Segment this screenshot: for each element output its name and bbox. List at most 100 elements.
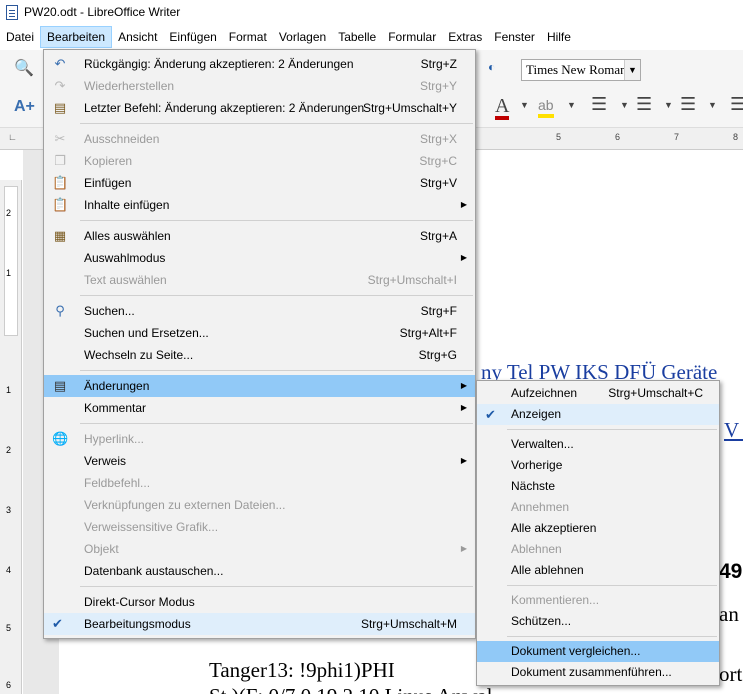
menu-item-edit-mode[interactable]: ✔ Bearbeitungsmodus Strg+Umschalt+M [44,613,475,635]
doc-bold-text: 49 [719,560,743,583]
numbered-list-icon[interactable]: ☰ [636,94,652,115]
menu-format[interactable]: Format [223,26,273,48]
menu-fenster[interactable]: Fenster [488,26,541,48]
menu-item-label: Dokument zusammenführen... [511,665,672,679]
menu-item-shortcut: Strg+Umschalt+I [367,273,457,287]
doc-text-ort: ort [719,662,743,686]
menu-item-select-all[interactable]: ▦ Alles auswählen Strg+A [44,225,475,247]
vruler-tick: 6 [6,680,12,690]
select-all-icon: ▦ [53,228,67,243]
menu-item-shortcut: Strg+Umschalt+C [608,386,703,400]
submenu-item-show[interactable]: ✔ Anzeigen [477,404,719,425]
menu-item-object[interactable]: Objekt ▶ [44,538,475,560]
submenu-item-previous[interactable]: Vorherige [477,455,719,476]
submenu-item-accept[interactable]: Annehmen [477,497,719,518]
indent-icon[interactable]: ☰ [730,94,743,115]
menu-item-undo[interactable]: ↶ Rückgängig: Änderung akzeptieren: 2 Än… [44,53,475,75]
menu-item-paste[interactable]: 📋 Einfügen Strg+V [44,172,475,194]
submenu-item-next[interactable]: Nächste [477,476,719,497]
menu-item-cut[interactable]: ✂ Ausschneiden Strg+X [44,128,475,150]
search-icon: ⚲ [55,303,65,318]
menu-item-label: Suchen und Ersetzen... [84,326,209,340]
menu-item-field[interactable]: Feldbefehl... [44,472,475,494]
highlight-icon[interactable]: ab [538,96,554,118]
menu-item-label: Ablehnen [511,542,562,556]
speech-icon[interactable]: ◐ [488,60,495,74]
repeat-icon: ▤ [53,100,67,115]
menu-bearbeiten[interactable]: Bearbeiten [40,26,113,48]
outline-dropdown-icon[interactable]: ▼ [708,100,717,110]
submenu-item-merge-document[interactable]: Dokument zusammenführen... [477,662,719,683]
menu-ansicht[interactable]: Ansicht [112,26,163,48]
menu-item-paste-special[interactable]: 📋 Inhalte einfügen ▶ [44,194,475,216]
menu-item-copy[interactable]: ❐ Kopieren Strg+C [44,150,475,172]
submenu-item-compare-document[interactable]: Dokument vergleichen... [477,641,719,662]
font-color-icon[interactable]: A [495,96,510,120]
menu-item-selection-mode[interactable]: Auswahlmodus ▶ [44,247,475,269]
menu-item-label: Verknüpfungen zu externen Dateien... [84,498,286,512]
menu-item-select-text[interactable]: Text auswählen Strg+Umschalt+I [44,269,475,291]
menu-item-redo[interactable]: ↷ Wiederherstellen Strg+Y [44,75,475,97]
menu-tabelle[interactable]: Tabelle [332,26,382,48]
submenu-item-reject-all[interactable]: Alle ablehnen [477,560,719,581]
menu-item-label: Inhalte einfügen [84,198,170,212]
menu-item-label: Direkt-Cursor Modus [84,595,195,609]
menu-extras[interactable]: Extras [442,26,488,48]
menu-formular[interactable]: Formular [382,26,442,48]
menu-item-exchange-database[interactable]: Datenbank austauschen... [44,560,475,582]
menu-item-shortcut: Strg+A [419,229,457,243]
ruler-tick: 5 [556,132,562,142]
doc-line-2: St )(F: 0/7 0 19 2 10 Linus Anwal [209,684,493,694]
doc-link-text-2[interactable]: V P [724,418,743,443]
menu-item-direct-cursor[interactable]: Direkt-Cursor Modus [44,591,475,613]
bullet-list-icon[interactable]: ☰ [591,94,607,115]
ruler-tick: 7 [674,132,680,142]
menu-item-repeat[interactable]: ▤ Letzter Befehl: Änderung akzeptieren: … [44,97,475,119]
menu-item-find-replace[interactable]: Suchen und Ersetzen... Strg+Alt+F [44,322,475,344]
menu-item-reference[interactable]: Verweis ▶ [44,450,475,472]
menu-einfuegen[interactable]: Einfügen [163,26,222,48]
outline-list-icon[interactable]: ☰ [680,94,696,115]
submenu-item-protect[interactable]: Schützen... [477,611,719,632]
menu-item-label: Wechseln zu Seite... [84,348,194,362]
highlight-dropdown-icon[interactable]: ▼ [567,100,576,110]
tab-stop-icon[interactable]: ∟ [8,132,17,142]
menu-vorlagen[interactable]: Vorlagen [273,26,332,48]
submenu-item-comment[interactable]: Kommentieren... [477,590,719,611]
menu-item-external-links[interactable]: Verknüpfungen zu externen Dateien... [44,494,475,516]
menu-item-image-map[interactable]: Verweissensitive Grafik... [44,516,475,538]
menu-item-label: Alle ablehnen [511,563,584,577]
bullet-dropdown-icon[interactable]: ▼ [620,100,629,110]
menu-datei[interactable]: Datei [0,26,40,48]
styles-icon[interactable]: A+ [14,98,35,116]
vruler-tick: 3 [6,505,12,515]
menu-item-label: Bearbeitungsmodus [84,617,191,631]
menu-item-label: Kommentieren... [511,593,600,607]
menu-item-find[interactable]: ⚲ Suchen... Strg+F [44,300,475,322]
menu-item-goto-page[interactable]: Wechseln zu Seite... Strg+G [44,344,475,366]
menu-hilfe[interactable]: Hilfe [541,26,577,48]
menu-separator [80,220,473,221]
numbered-dropdown-icon[interactable]: ▼ [664,100,673,110]
menu-item-label: Anzeigen [511,407,562,421]
menu-item-label: Ausschneiden [84,132,160,146]
window-title: PW20.odt - LibreOffice Writer [24,5,181,19]
menu-item-track-changes[interactable]: ▤ Änderungen ▶ [44,375,475,397]
menu-item-shortcut: Strg+Y [419,79,457,93]
edit-menu: ↶ Rückgängig: Änderung akzeptieren: 2 Än… [43,49,476,639]
font-color-dropdown-icon[interactable]: ▼ [520,100,529,110]
menu-item-comment[interactable]: Kommentar ▶ [44,397,475,419]
vruler-tick: 1 [6,268,12,278]
submenu-item-record[interactable]: Aufzeichnen Strg+Umschalt+C [477,383,719,404]
chevron-down-icon[interactable]: ▼ [624,60,640,80]
menu-separator [80,586,473,587]
vruler-tick: 2 [6,445,12,455]
menu-item-hyperlink[interactable]: 🌐 Hyperlink... [44,428,475,450]
menu-item-label: Einfügen [84,176,132,190]
submenu-item-manage[interactable]: Verwalten... [477,434,719,455]
font-name-select[interactable]: Times New Roman ▼ [521,59,641,81]
zoom-icon[interactable]: 🔍 [14,58,34,78]
submenu-item-accept-all[interactable]: Alle akzeptieren [477,518,719,539]
submenu-item-reject[interactable]: Ablehnen [477,539,719,560]
menu-item-shortcut: Strg+G [418,348,457,362]
